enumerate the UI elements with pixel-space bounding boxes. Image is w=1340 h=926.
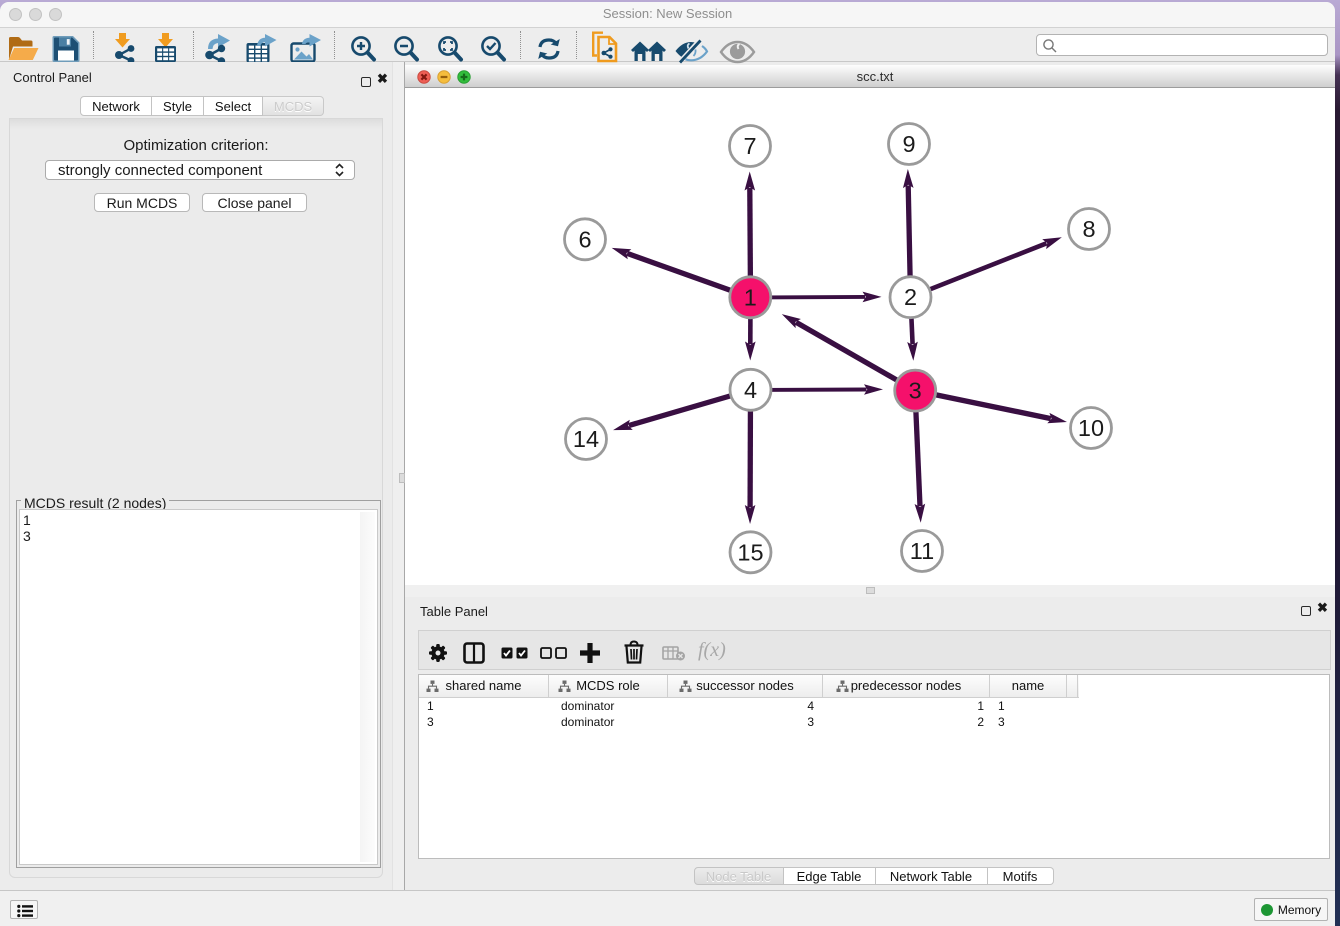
- svg-text:15: 15: [737, 539, 763, 565]
- svg-text:9: 9: [902, 131, 915, 157]
- svg-text:10: 10: [1078, 415, 1104, 441]
- svg-text:8: 8: [1082, 216, 1095, 242]
- svg-text:2: 2: [904, 284, 917, 310]
- svg-text:1: 1: [744, 284, 757, 310]
- svg-text:14: 14: [573, 426, 599, 452]
- svg-text:11: 11: [910, 538, 934, 564]
- svg-text:6: 6: [578, 226, 591, 252]
- svg-text:3: 3: [909, 378, 922, 404]
- svg-text:7: 7: [743, 133, 756, 159]
- svg-text:4: 4: [744, 377, 757, 403]
